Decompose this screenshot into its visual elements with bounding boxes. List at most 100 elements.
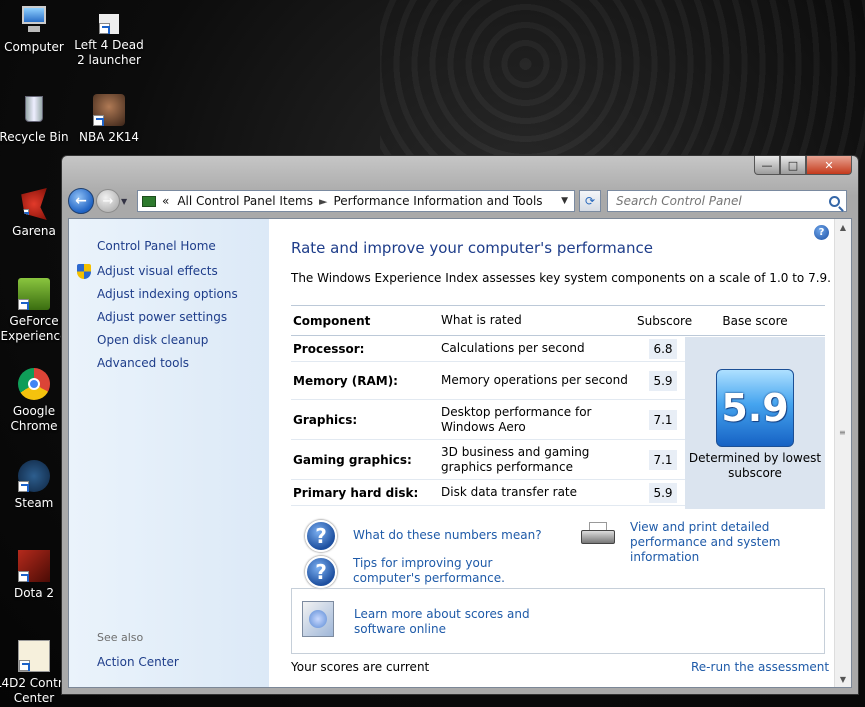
rerun-assessment-link[interactable]: Re-run the assessment (691, 660, 829, 674)
shortcut-arrow-icon (93, 115, 104, 126)
desktop-wallpaper-texture (380, 0, 865, 160)
navigation-bar: ← → ▼ « All Control Panel Items ► Perfor… (68, 186, 852, 216)
scroll-up-arrow[interactable]: ▲ (835, 219, 851, 235)
row-what: Calculations per second (441, 341, 585, 355)
chrome-icon (18, 368, 50, 400)
row-component: Primary hard disk: (293, 485, 419, 500)
scroll-grip-icon[interactable]: ≡ (839, 429, 847, 437)
header-subscore: Subscore (637, 313, 693, 328)
help-icon[interactable]: ? (814, 225, 829, 240)
task-pane: Control Panel Home Adjust visual effects… (69, 219, 269, 687)
shortcut-arrow-icon (99, 23, 110, 34)
row-component: Memory (RAM): (293, 373, 398, 388)
help-links: ? What do these numbers mean? ? Tips for… (291, 518, 825, 588)
forward-button[interactable]: → (96, 189, 120, 213)
computer-icon (18, 4, 50, 36)
row-component: Gaming graphics: (293, 452, 412, 467)
desktop-icon-label: Garena (12, 224, 56, 238)
help-question-icon: ? (305, 520, 337, 552)
row-what: 3D business and gaming graphics performa… (441, 444, 590, 474)
minimize-button[interactable]: — (754, 156, 780, 175)
header-component: Component (293, 313, 371, 328)
sidebar-item-adjust-power-settings[interactable]: Adjust power settings (69, 306, 269, 329)
recent-pages-dropdown[interactable]: ▼ (121, 197, 131, 206)
row-what: Memory operations per second (441, 373, 628, 387)
row-what: Desktop performance for Windows Aero (441, 404, 592, 434)
desktop-icon-computer[interactable]: Computer (0, 4, 74, 55)
shortcut-arrow-icon (18, 481, 29, 492)
subscore-value: 7.1 (649, 449, 677, 470)
control-panel-home-link[interactable]: Control Panel Home (69, 235, 269, 258)
desktop-icon-nba-2k14[interactable]: NBA 2K14 (69, 94, 149, 145)
performance-window: — □ ✕ ← → ▼ « All Control Panel Items ► … (61, 155, 859, 695)
action-center-link[interactable]: Action Center (69, 651, 179, 674)
sidebar-item-open-disk-cleanup[interactable]: Open disk cleanup (69, 329, 269, 352)
subscore-value: 6.8 (649, 338, 677, 359)
row-subscore: 7.1 (637, 409, 685, 430)
recycle-bin-icon (18, 94, 50, 126)
desktop-icon-label: Steam (14, 496, 54, 510)
breadcrumb-separator[interactable]: ► (319, 195, 327, 208)
search-input[interactable] (616, 194, 816, 208)
row-subscore: 5.9 (637, 370, 685, 391)
desktop-icon-label: Recycle Bin (0, 130, 69, 144)
learn-more-link[interactable]: Learn more about scores and software onl… (354, 607, 534, 637)
score-table: Component What is rated Subscore Base sc… (291, 305, 825, 509)
desktop-icon-label: GeForce Experience (0, 314, 68, 343)
base-score-panel: 5.9 Determined by lowest subscore (685, 337, 825, 509)
table-header: Component What is rated Subscore Base sc… (291, 306, 825, 336)
search-icon[interactable] (829, 195, 840, 207)
row-subscore: 5.9 (637, 482, 685, 503)
address-bar[interactable]: « All Control Panel Items ► Performance … (137, 190, 575, 212)
sidebar-link-label[interactable]: Adjust visual effects (69, 260, 269, 283)
l4d2-launcher-icon (99, 14, 119, 34)
row-component: Processor: (293, 341, 365, 356)
uac-shield-icon (77, 264, 91, 279)
shortcut-arrow-icon (18, 299, 29, 310)
breadcrumb-all-control-panel-items[interactable]: All Control Panel Items (177, 194, 313, 208)
what-do-these-numbers-mean-link[interactable]: What do these numbers mean? (353, 528, 542, 543)
back-button[interactable]: ← (68, 188, 94, 214)
window-content: Control Panel Home Adjust visual effects… (68, 218, 852, 688)
view-and-print-details-link[interactable]: View and print detailed performance and … (630, 520, 830, 565)
address-overflow-chevron[interactable]: « (162, 194, 169, 208)
subscore-value: 7.1 (649, 409, 677, 430)
search-box[interactable] (607, 190, 847, 212)
base-score-badge: 5.9 (716, 369, 794, 447)
l4d2-control-center-icon (18, 640, 50, 672)
see-also-heading: See also (97, 631, 144, 644)
tips-for-improving-link[interactable]: Tips for improving your computer's perfo… (353, 556, 553, 586)
help-question-icon: ? (305, 556, 337, 588)
shortcut-arrow-icon (19, 660, 30, 671)
main-content: ? Rate and improve your computer's perfo… (269, 219, 851, 687)
desktop-icon-label: Google Chrome (10, 404, 58, 433)
vertical-scrollbar[interactable]: ▲ ≡ ▼ (834, 219, 851, 687)
sidebar-item-adjust-indexing-options[interactable]: Adjust indexing options (69, 283, 269, 306)
row-subscore: 7.1 (637, 449, 685, 470)
base-score-caption: Determined by lowest subscore (688, 451, 822, 480)
row-subscore: 6.8 (637, 338, 685, 359)
desktop-icon-label: NBA 2K14 (78, 130, 139, 144)
subscore-value: 5.9 (649, 482, 677, 503)
header-base-score: Base score (722, 313, 788, 328)
subscore-value: 5.9 (649, 370, 677, 391)
scroll-down-arrow[interactable]: ▼ (835, 671, 851, 687)
intro-text: The Windows Experience Index assesses ke… (291, 271, 831, 285)
shortcut-arrow-icon (18, 571, 29, 582)
sidebar-item-adjust-visual-effects[interactable]: Adjust visual effects (69, 260, 269, 283)
row-component: Graphics: (293, 412, 358, 427)
learn-more-box: Learn more about scores and software onl… (291, 588, 825, 654)
desktop-icon-left-4-dead-2-launcher[interactable]: Left 4 Dead 2 launcher (69, 14, 149, 68)
sidebar-item-advanced-tools[interactable]: Advanced tools (69, 352, 269, 375)
desktop-icon-label: Computer (4, 40, 64, 54)
desktop-icon-recycle-bin[interactable]: Recycle Bin (0, 94, 74, 145)
refresh-button[interactable]: ⟳ (579, 190, 601, 212)
maximize-button[interactable]: □ (780, 156, 806, 175)
dota-2-icon (18, 550, 50, 582)
breadcrumb-performance-information[interactable]: Performance Information and Tools (333, 194, 542, 208)
address-dropdown-arrow[interactable]: ▼ (561, 196, 568, 206)
desktop-icon-label: Left 4 Dead 2 launcher (74, 38, 144, 67)
printer-icon (581, 522, 615, 548)
close-button[interactable]: ✕ (806, 156, 852, 175)
geforce-experience-icon (18, 278, 50, 310)
